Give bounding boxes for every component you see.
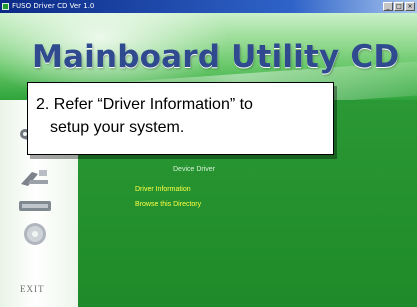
close-button[interactable]: × [405, 2, 415, 11]
maximize-button[interactable]: □ [394, 2, 404, 11]
readme-icon[interactable] [18, 199, 52, 213]
window-title: FUSO Driver CD Ver 1.0 [12, 2, 95, 10]
minimize-button[interactable]: _ [383, 2, 393, 11]
exit-button[interactable]: EXIT [20, 284, 45, 294]
instruction-callout: 2. Refer “Driver Information” to setup y… [27, 82, 334, 155]
menu-item-device-driver[interactable]: Device Driver [173, 166, 215, 173]
banner-title: Mainboard Utility CD [32, 39, 400, 75]
app-icon [2, 3, 9, 10]
window-controls: _ □ × [383, 2, 415, 11]
menu-item-browse-directory[interactable]: Browse this Directory [135, 201, 201, 208]
callout-line-1: 2. Refer “Driver Information” to [36, 96, 253, 113]
manual-icon[interactable] [18, 166, 52, 188]
cd-icon[interactable] [22, 221, 48, 247]
menu-item-driver-information[interactable]: Driver Information [135, 186, 191, 193]
title-bar: FUSO Driver CD Ver 1.0 _ □ × [0, 0, 417, 13]
callout-line-2: setup your system. [50, 119, 185, 136]
